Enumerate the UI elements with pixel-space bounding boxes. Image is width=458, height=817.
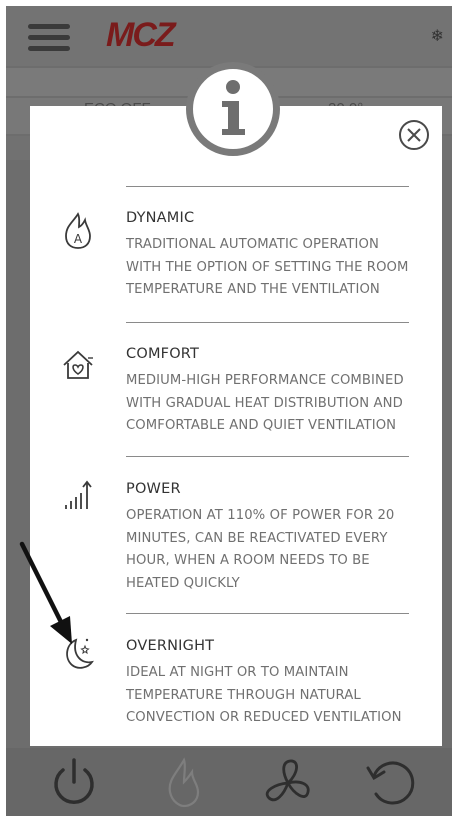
mode-description: IDEAL AT NIGHT OR TO MAINTAIN TEMPERATUR… <box>126 665 402 725</box>
svg-text:A: A <box>74 232 83 246</box>
snowflake-icon[interactable]: ❄ <box>431 26 444 45</box>
flame-icon[interactable] <box>154 756 214 810</box>
top-bar: MCZ ❄ <box>6 6 452 66</box>
menu-icon[interactable] <box>28 24 70 52</box>
mode-title: DYNAMIC <box>126 210 195 226</box>
mode-description: MEDIUM-HIGH PERFORMANCE COMBINED WITH GR… <box>126 373 404 433</box>
refresh-icon[interactable] <box>362 756 422 810</box>
bottom-bar <box>6 748 452 816</box>
fan-icon[interactable] <box>258 756 318 810</box>
info-icon <box>186 62 280 156</box>
mode-description: OPERATION AT 110% OF POWER FOR 20 MINUTE… <box>126 508 395 591</box>
mode-title: POWER <box>126 481 181 497</box>
power-icon[interactable] <box>44 756 104 810</box>
brand-logo: MCZ <box>106 16 176 54</box>
mode-title: OVERNIGHT <box>126 638 215 654</box>
divider <box>126 456 409 457</box>
mode-description: TRADITIONAL AUTOMATIC OPERATION WITH THE… <box>126 237 409 297</box>
mode-title: COMFORT <box>126 346 200 362</box>
flame-a-icon: A <box>65 212 91 249</box>
house-heart-icon <box>63 350 93 379</box>
divider <box>126 186 409 187</box>
power-bars-icon <box>65 480 92 509</box>
divider <box>126 613 409 614</box>
close-icon[interactable] <box>398 119 430 151</box>
pointer-arrow-icon <box>19 541 72 644</box>
divider <box>126 322 409 323</box>
